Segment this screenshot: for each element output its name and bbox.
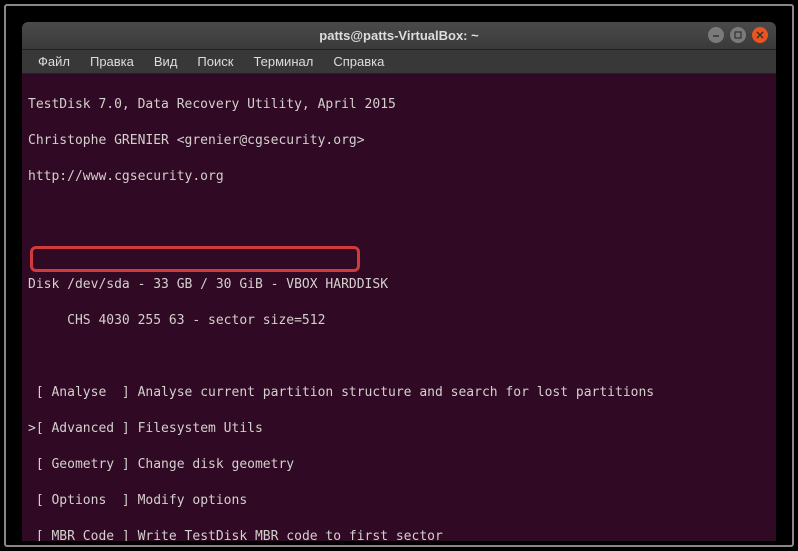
header-line: TestDisk 7.0, Data Recovery Utility, Apr… <box>28 96 770 114</box>
window-title: patts@patts-VirtualBox: ~ <box>319 28 478 43</box>
terminal-window: patts@patts-VirtualBox: ~ Файл Правка Ви… <box>22 22 776 541</box>
menu-option-geometry[interactable]: [ Geometry ] Change disk geometry <box>28 456 770 474</box>
blank-line <box>28 240 770 258</box>
header-line: Christophe GRENIER <grenier@cgsecurity.o… <box>28 132 770 150</box>
menu-option-options[interactable]: [ Options ] Modify options <box>28 492 770 510</box>
menu-terminal[interactable]: Терминал <box>245 52 321 71</box>
option-desc: Filesystem Utils <box>138 421 263 436</box>
option-desc: Analyse current partition structure and … <box>138 385 655 400</box>
menu-view[interactable]: Вид <box>146 52 186 71</box>
blank-line <box>28 204 770 222</box>
menu-search[interactable]: Поиск <box>189 52 241 71</box>
option-desc: Write TestDisk MBR code to first sector <box>138 529 443 541</box>
menu-edit[interactable]: Правка <box>82 52 142 71</box>
disk-info: CHS 4030 255 63 - sector size=512 <box>28 312 770 330</box>
window-controls <box>708 27 768 43</box>
header-line: http://www.cgsecurity.org <box>28 168 770 186</box>
option-label: [ Analyse ] <box>28 385 138 400</box>
selection-indicator: > <box>28 421 36 436</box>
option-label: [ MBR Code ] <box>28 529 138 541</box>
menu-option-mbr[interactable]: [ MBR Code ] Write TestDisk MBR code to … <box>28 528 770 541</box>
close-button[interactable] <box>752 27 768 43</box>
menu-option-analyse[interactable]: [ Analyse ] Analyse current partition st… <box>28 384 770 402</box>
disk-info: Disk /dev/sda - 33 GB / 30 GiB - VBOX HA… <box>28 276 770 294</box>
menubar: Файл Правка Вид Поиск Терминал Справка <box>22 50 776 74</box>
menu-option-advanced[interactable]: >[ Advanced ] Filesystem Utils <box>28 420 770 438</box>
menu-help[interactable]: Справка <box>325 52 392 71</box>
option-desc: Modify options <box>138 493 248 508</box>
option-label: [ Advanced ] <box>36 421 138 436</box>
minimize-button[interactable] <box>708 27 724 43</box>
maximize-button[interactable] <box>730 27 746 43</box>
option-label: [ Options ] <box>28 493 138 508</box>
blank-line <box>28 348 770 366</box>
option-label: [ Geometry ] <box>28 457 138 472</box>
terminal-output[interactable]: TestDisk 7.0, Data Recovery Utility, Apr… <box>22 74 776 541</box>
window-titlebar: patts@patts-VirtualBox: ~ <box>22 22 776 50</box>
option-desc: Change disk geometry <box>138 457 295 472</box>
menu-file[interactable]: Файл <box>30 52 78 71</box>
